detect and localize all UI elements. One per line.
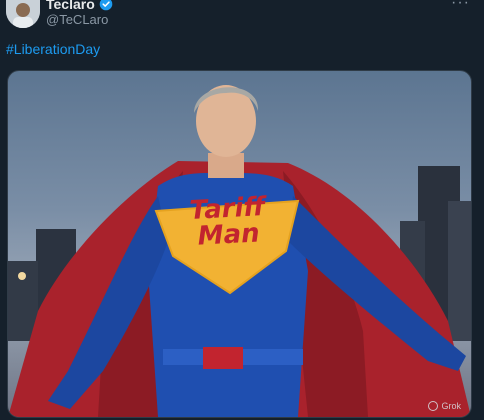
grok-icon xyxy=(428,401,439,411)
emblem-text: Tariff Man xyxy=(152,192,305,252)
handle[interactable]: @TeCLaro xyxy=(46,12,108,27)
tweet: Teclaro @TeCLaro ··· #LiberationDay Tari… xyxy=(0,0,484,420)
author-name-row: Teclaro xyxy=(46,0,113,12)
post-image[interactable]: Tariff Man Grok xyxy=(7,70,472,418)
more-options-icon[interactable]: ··· xyxy=(451,0,470,12)
display-name[interactable]: Teclaro xyxy=(46,0,95,12)
hashtag-link[interactable]: #LiberationDay xyxy=(6,41,100,57)
verified-badge-icon xyxy=(99,0,113,11)
watermark-label: Grok xyxy=(441,401,461,411)
avatar[interactable] xyxy=(6,0,40,28)
grok-watermark: Grok xyxy=(428,401,461,411)
